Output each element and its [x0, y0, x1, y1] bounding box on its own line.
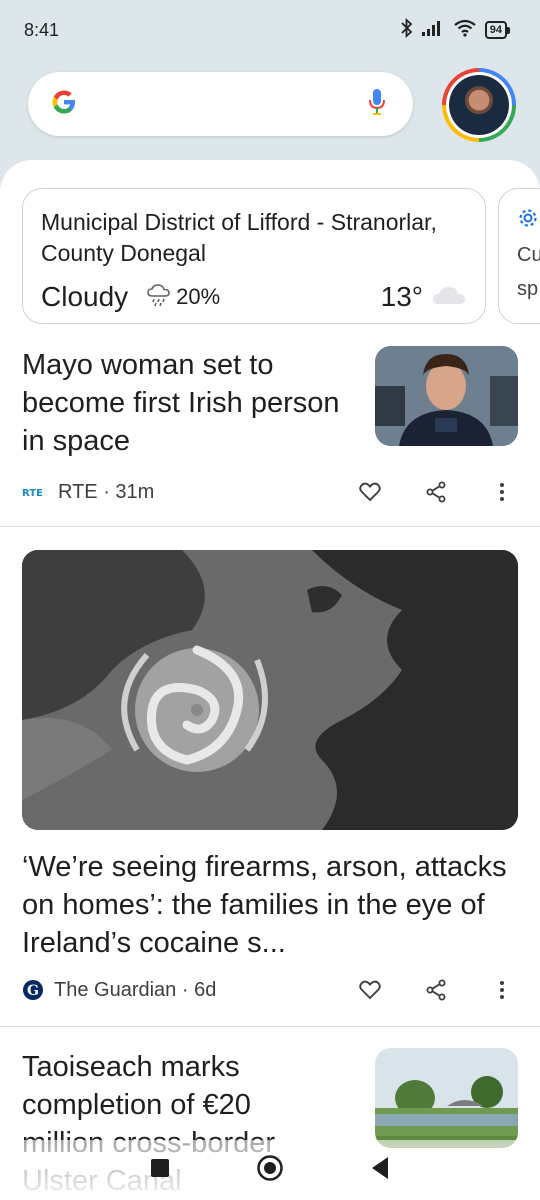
article-actions [354, 481, 518, 503]
mic-icon[interactable] [367, 87, 387, 122]
status-bar: 8:41 94 [0, 0, 540, 60]
rain-icon [146, 283, 172, 312]
side-card-line1: Cu [517, 244, 540, 266]
article-meta-row: G The Guardian · 6d [22, 974, 518, 1006]
side-card-line2: sp [517, 278, 539, 300]
article-hero-image[interactable] [22, 550, 518, 830]
avatar-photo [449, 75, 509, 135]
wifi-icon [453, 19, 477, 42]
recents-button[interactable] [150, 1158, 170, 1183]
discover-feed: Municipal District of Lifford - Stranorl… [0, 160, 540, 1200]
weather-card[interactable]: Municipal District of Lifford - Stranorl… [22, 188, 486, 324]
svg-text:G: G [27, 983, 39, 999]
weather-precip: 20% [176, 284, 221, 309]
article-thumbnail[interactable] [375, 1048, 518, 1148]
side-card[interactable]: Cu sp [498, 188, 540, 324]
article-headline[interactable]: Mayo woman set to become first Irish per… [22, 346, 340, 460]
article-thumbnail[interactable] [375, 346, 518, 446]
weather-temperature: 13° [380, 281, 423, 312]
back-button[interactable] [370, 1156, 390, 1185]
search-bar[interactable] [28, 72, 413, 136]
home-button[interactable] [256, 1154, 284, 1187]
weather-row: Cloudy 20% 13° [41, 281, 467, 313]
more-options-icon[interactable] [486, 482, 518, 502]
battery-level: 94 [484, 21, 507, 39]
article-headline[interactable]: ‘We’re seeing firearms, arson, attacks o… [22, 848, 522, 962]
article-card[interactable]: Mayo woman set to become first Irish per… [0, 340, 540, 526]
article-actions [354, 979, 518, 1001]
google-logo-icon [50, 88, 78, 121]
share-icon[interactable] [420, 979, 452, 1001]
divider [0, 1026, 540, 1027]
status-icons: 94 [401, 17, 510, 43]
rte-logo-text: RTE [22, 488, 43, 499]
article-meta-row: RTE RTE · 31m [22, 476, 518, 508]
signal-icon [421, 19, 445, 42]
share-icon[interactable] [420, 481, 452, 503]
article-source: The Guardian · 6d [54, 978, 217, 1001]
settings-gear-icon [517, 209, 539, 233]
weather-condition: Cloudy [41, 281, 129, 312]
more-options-icon[interactable] [486, 980, 518, 1000]
account-avatar[interactable] [442, 68, 516, 142]
weather-location: Municipal District of Lifford - Stranorl… [41, 209, 437, 266]
rte-logo-icon: RTE [22, 485, 48, 499]
divider [0, 526, 540, 527]
system-nav-bar [0, 1140, 540, 1200]
like-heart-icon[interactable] [354, 482, 386, 502]
article-card[interactable]: ‘We’re seeing firearms, arson, attacks o… [0, 550, 540, 1026]
battery-icon: 94 [484, 21, 510, 39]
guardian-logo-icon: G [22, 979, 44, 1001]
status-time: 8:41 [24, 19, 60, 40]
bluetooth-icon [401, 17, 413, 43]
cloud-icon [431, 283, 467, 312]
like-heart-icon[interactable] [354, 980, 386, 1000]
article-source: RTE · 31m [58, 480, 155, 503]
